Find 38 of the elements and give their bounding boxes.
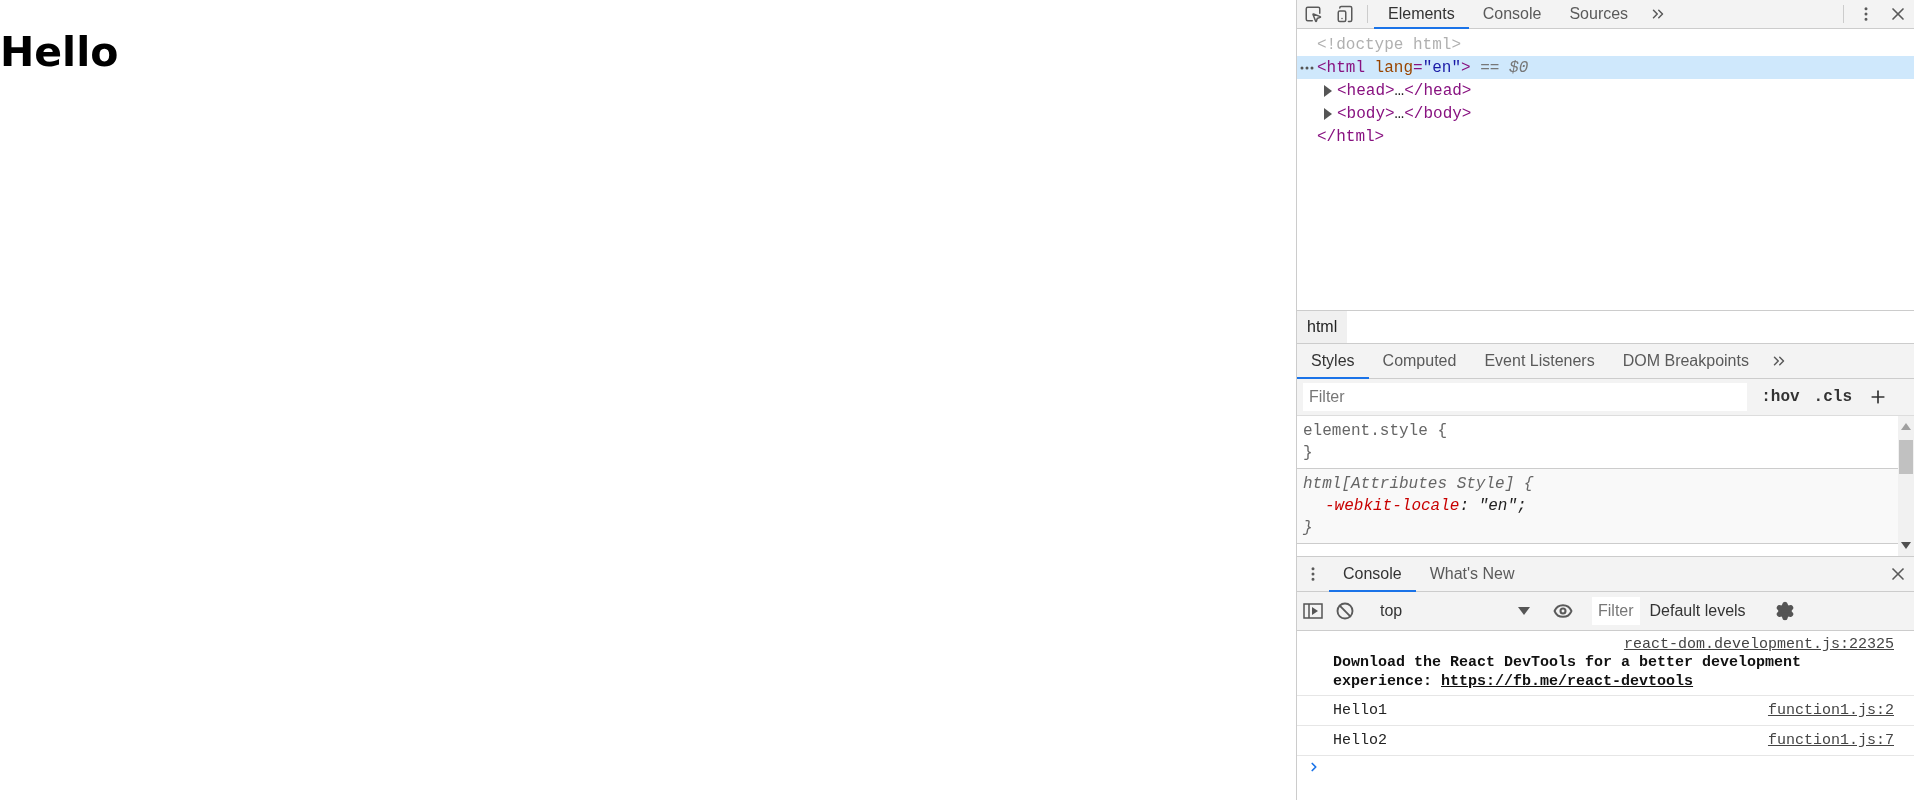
source-link[interactable]: react-dom.development.js:22325 (1623, 636, 1894, 653)
ellipsis-icon[interactable] (1300, 66, 1314, 70)
styles-tab[interactable]: DOM Breakpoints (1608, 344, 1763, 379)
caret-icon[interactable] (1518, 607, 1530, 615)
page-heading: Hello (0, 30, 119, 76)
console-message: Download the React DevTools for a better development experience: https://fb.me/react-devtools (1333, 653, 1803, 691)
style-toggle[interactable]: :hov (1761, 388, 1800, 406)
rule-selector: html[Attributes Style] { (1303, 474, 1535, 495)
css-value: : "en"; (1459, 497, 1527, 515)
drawer-tab[interactable]: What's New (1415, 557, 1529, 592)
console-filter-field[interactable]: Filter (1592, 597, 1640, 625)
devtools-link[interactable]: https://fb.me/react-devtools (1441, 673, 1694, 690)
styles-tab[interactable]: Computed (1368, 344, 1471, 379)
scrollbar[interactable] (1898, 416, 1914, 556)
rule-brace: } (1303, 518, 1314, 539)
dom-node[interactable]: <body>…</body> (1297, 102, 1914, 125)
expand-triangle-icon[interactable] (1323, 107, 1333, 120)
styles-filter-field[interactable]: Filter (1303, 383, 1748, 411)
breadcrumb[interactable]: html (1297, 311, 1348, 343)
style-toggle[interactable]: .cls (1813, 388, 1852, 406)
console-message: Hello1 (1333, 702, 1387, 719)
expand-triangle-icon[interactable] (1323, 84, 1333, 97)
dom-node[interactable]: </html> (1297, 125, 1914, 148)
console-message: Hello2 (1333, 732, 1387, 749)
panel-tab[interactable]: Console (1468, 0, 1556, 29)
context-select[interactable]: top (1374, 602, 1534, 620)
source-link[interactable]: function1.js:7 (1767, 732, 1894, 749)
css-property: -webkit-locale (1325, 497, 1460, 515)
rule-selector: element.style { (1303, 421, 1449, 442)
panel-tab[interactable]: Sources (1555, 0, 1643, 29)
scroll-thumb[interactable] (1899, 440, 1913, 474)
dom-node[interactable]: <head>…</head> (1297, 79, 1914, 102)
source-link[interactable]: function1.js:2 (1767, 702, 1894, 719)
levels-dropdown[interactable]: Default levels (1639, 602, 1756, 620)
scroll-down-icon[interactable] (1901, 542, 1911, 550)
rule-brace: } (1303, 443, 1314, 464)
dom-node[interactable]: <html lang="en"> == $0 (1297, 56, 1914, 79)
styles-tab[interactable]: Event Listeners (1470, 344, 1609, 379)
